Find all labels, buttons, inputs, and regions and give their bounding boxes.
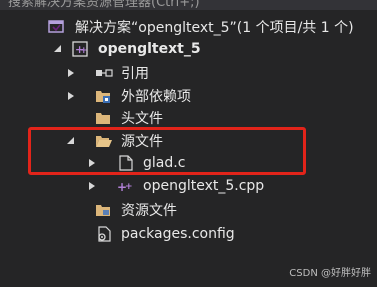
solution-icon <box>48 20 64 33</box>
tree-item-project[interactable]: + + opengltext_5 <box>0 38 377 60</box>
external-deps-label: 外部依赖项 <box>121 89 191 105</box>
header-files-label: 头文件 <box>121 111 163 127</box>
main-cpp-label: opengltext_5.cpp <box>143 178 265 194</box>
project-label: opengltext_5 <box>98 41 201 57</box>
tree-item-solution[interactable]: 解决方案“opengltext_5”(1 个项目/共 1 个) <box>0 16 377 38</box>
svg-text:+: + <box>80 46 88 56</box>
folder-icon <box>96 113 110 124</box>
search-placeholder: 搜索解决方案资源管理器(Ctrl+;) <box>8 0 200 10</box>
solution-label: 解决方案“opengltext_5”(1 个项目/共 1 个) <box>75 20 354 36</box>
watermark: CSDN @好胖好胖 <box>289 268 371 279</box>
highlight-box <box>28 127 306 175</box>
expand-arrow-icon[interactable] <box>67 91 77 101</box>
packages-config-label: packages.config <box>121 226 235 242</box>
cpp-project-icon: + + <box>72 41 88 57</box>
resource-folder-icon <box>96 205 110 216</box>
expand-arrow-icon[interactable] <box>67 68 77 78</box>
tree-item-references[interactable]: 引用 <box>0 62 377 84</box>
references-label: 引用 <box>121 66 149 82</box>
tree-item-header-files[interactable]: 头文件 <box>0 107 377 129</box>
config-file-icon <box>98 226 111 242</box>
svg-text:+: + <box>125 182 133 192</box>
expand-arrow-icon[interactable] <box>88 181 98 191</box>
tree-item-packages-config[interactable]: packages.config <box>0 223 377 245</box>
tree-item-external-deps[interactable]: 外部依赖项 <box>0 85 377 107</box>
tree-item-main-cpp[interactable]: + + opengltext_5.cpp <box>0 175 377 197</box>
external-deps-icon <box>96 91 110 103</box>
search-box[interactable]: 搜索解决方案资源管理器(Ctrl+;) <box>0 0 377 10</box>
tree-item-resource-files[interactable]: 资源文件 <box>0 199 377 221</box>
resource-files-label: 资源文件 <box>121 203 177 219</box>
collapse-arrow-icon[interactable] <box>54 44 64 54</box>
cpp-file-icon: + + <box>117 180 133 194</box>
references-icon <box>96 69 113 77</box>
